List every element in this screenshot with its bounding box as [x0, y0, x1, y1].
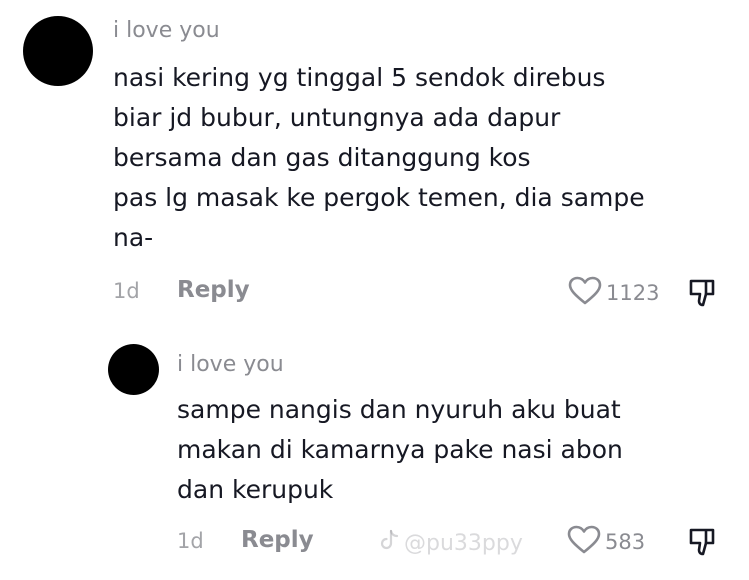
watermark-text: @pu33ppy	[404, 530, 523, 556]
like-count: 1123	[606, 281, 660, 305]
reply-text-line: dan kerupuk	[177, 475, 334, 504]
reply-button[interactable]: Reply	[177, 277, 250, 303]
reply-text-line: makan di kamarnya pake nasi abon	[177, 435, 623, 464]
heart-icon	[568, 276, 602, 310]
comment-text-line: bersama dan gas ditanggung kos	[113, 143, 531, 172]
like-button[interactable]: 1123	[568, 276, 659, 310]
comment-username[interactable]: i love you	[113, 18, 220, 43]
reply-timestamp: 1d	[177, 529, 204, 553]
thumbs-down-icon	[688, 279, 716, 312]
dislike-button[interactable]	[688, 278, 716, 312]
reply-button[interactable]: Reply	[241, 527, 314, 553]
watermark: @pu33ppy	[380, 529, 523, 557]
comment-timestamp: 1d	[113, 279, 140, 303]
reply-text: sampe nangis dan nyuruh aku buat makan d…	[177, 390, 623, 510]
avatar[interactable]	[108, 344, 159, 395]
reply-text-line: sampe nangis dan nyuruh aku buat	[177, 395, 621, 424]
heart-icon	[567, 525, 601, 559]
like-count: 583	[605, 530, 646, 554]
comment-text: nasi kering yg tinggal 5 sendok direbus …	[113, 58, 645, 258]
dislike-button[interactable]	[688, 527, 716, 561]
avatar[interactable]	[23, 16, 93, 86]
comment-text-line: pas lg masak ke pergok temen, dia sampe	[113, 183, 645, 212]
comment-text-line: na-	[113, 223, 154, 252]
comment-text-line: biar jd bubur, untungnya ada dapur	[113, 103, 561, 132]
comment-text-line: nasi kering yg tinggal 5 sendok direbus	[113, 63, 606, 92]
like-button[interactable]: 583	[567, 525, 645, 559]
thumbs-down-icon	[688, 528, 716, 561]
reply-username[interactable]: i love you	[177, 352, 284, 377]
tiktok-logo-icon	[380, 529, 400, 557]
